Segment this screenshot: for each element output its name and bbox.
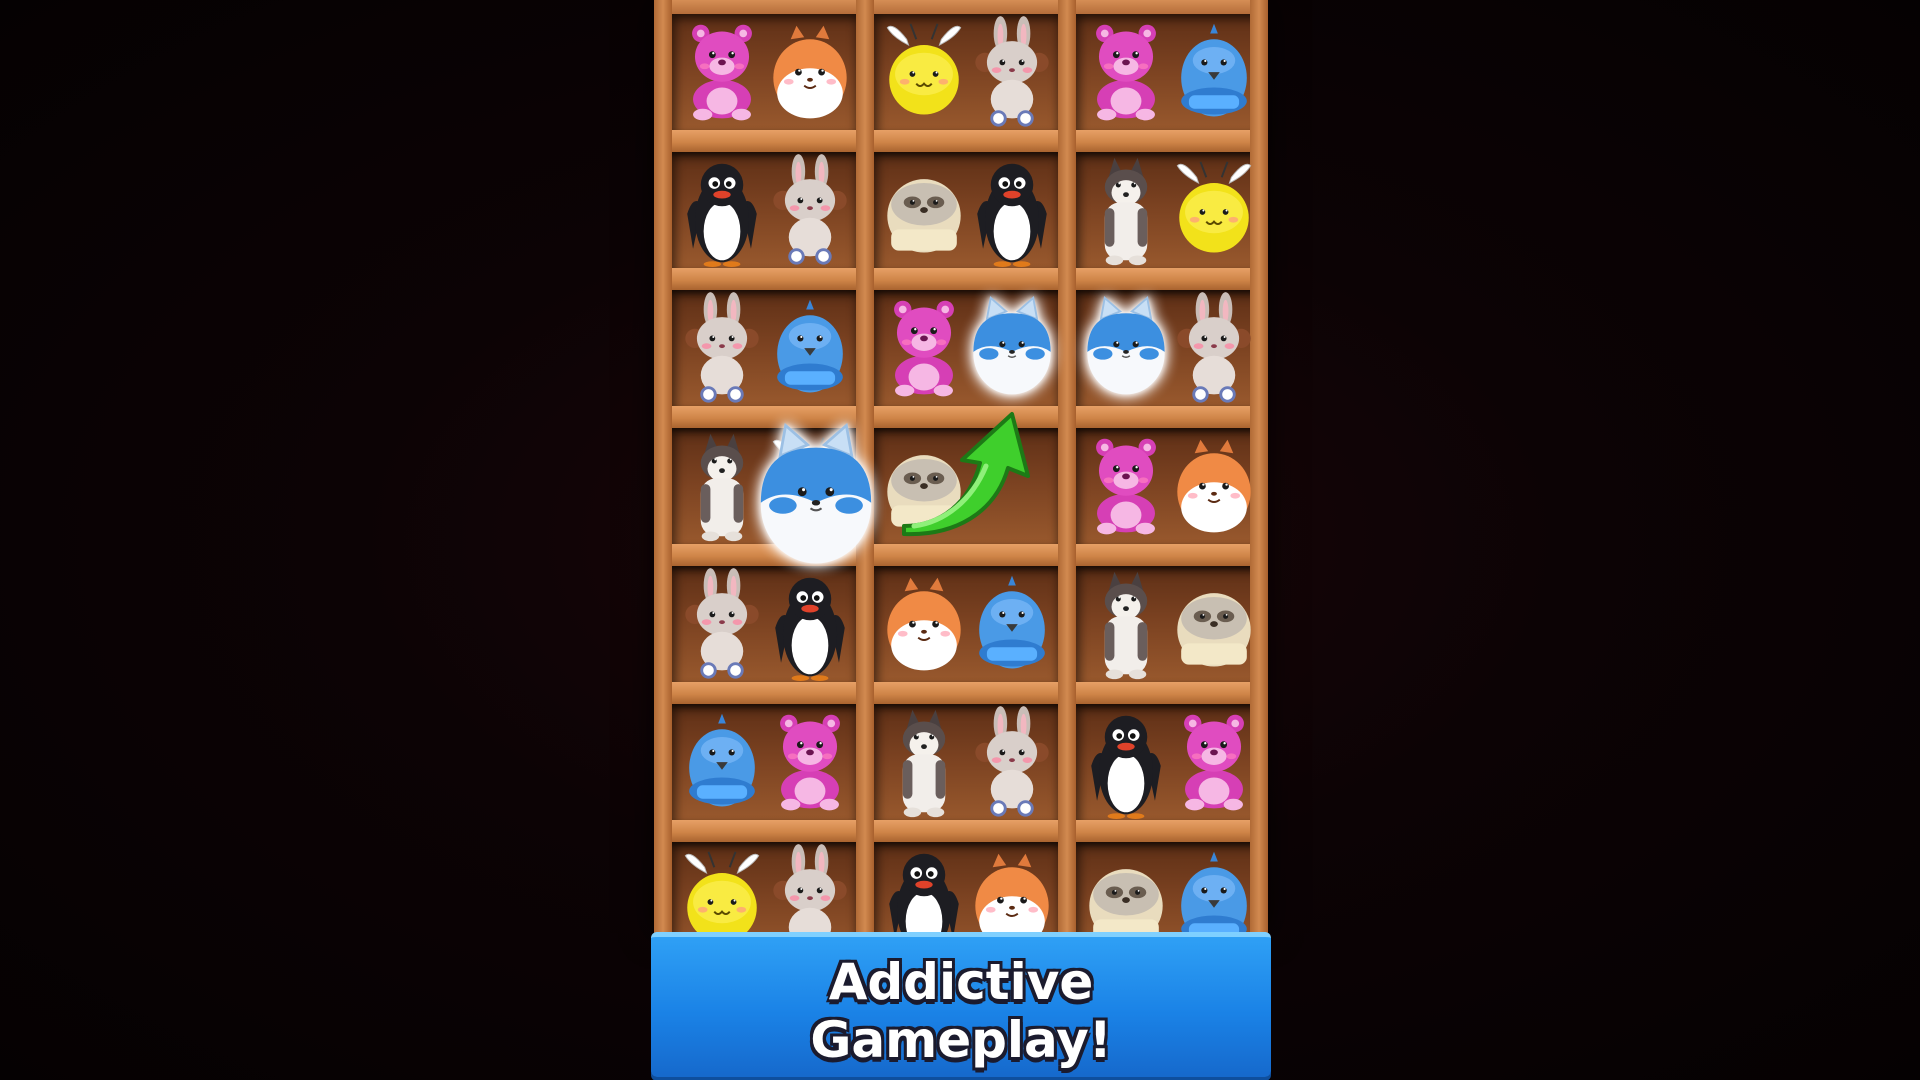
toy-sloth[interactable] — [884, 156, 964, 268]
toy-penguin[interactable] — [884, 846, 964, 933]
toy-pink-bear[interactable] — [1174, 708, 1254, 820]
toy-hamster[interactable] — [884, 570, 964, 682]
toy-bunny[interactable] — [770, 844, 850, 933]
toy-hamster[interactable] — [972, 846, 1052, 933]
toy-pink-bear[interactable] — [770, 708, 850, 820]
toy-blue-bird[interactable] — [770, 294, 850, 406]
toy-blue-hamster[interactable] — [972, 294, 1052, 406]
toy-bunny[interactable] — [682, 292, 762, 406]
toy-penguin[interactable] — [1086, 708, 1166, 820]
promo-banner: Addictive Gameplay! — [651, 932, 1271, 1077]
toy-blue-bird[interactable] — [972, 570, 1052, 682]
toy-bee[interactable] — [1174, 156, 1254, 268]
toy-bunny[interactable] — [1174, 292, 1254, 406]
toy-husky[interactable] — [884, 708, 964, 820]
toy-bunny[interactable] — [682, 568, 762, 682]
shelf-plank — [654, 682, 1268, 704]
toy-penguin[interactable] — [972, 156, 1052, 268]
toy-husky[interactable] — [1086, 570, 1166, 682]
shelf-post — [1058, 0, 1076, 933]
toy-blue-hamster[interactable] — [1086, 294, 1166, 406]
toy-hamster[interactable] — [1174, 432, 1254, 544]
toy-blue-bird[interactable] — [1174, 846, 1254, 933]
shelf-top — [654, 0, 1268, 14]
toy-penguin[interactable] — [770, 570, 850, 682]
shelf-plank — [654, 268, 1268, 290]
toy-blue-bird[interactable] — [682, 708, 762, 820]
toy-husky[interactable] — [1086, 156, 1166, 268]
toy-blue-bird[interactable] — [1174, 18, 1254, 130]
toy-bee[interactable] — [682, 846, 762, 933]
toy-pink-bear[interactable] — [1086, 18, 1166, 130]
selected-toy-blue-hamster[interactable] — [742, 420, 890, 580]
toy-bunny[interactable] — [972, 706, 1052, 820]
toy-penguin[interactable] — [682, 156, 762, 268]
toy-sloth[interactable] — [1174, 570, 1254, 682]
toy-pink-bear[interactable] — [682, 18, 762, 130]
toy-sloth[interactable] — [1086, 846, 1166, 933]
shelf-plank — [654, 820, 1268, 842]
shelf-plank — [654, 130, 1268, 152]
toy-bunny[interactable] — [770, 154, 850, 268]
toy-pink-bear[interactable] — [884, 294, 964, 406]
toy-pink-bear[interactable] — [1086, 432, 1166, 544]
shelf-post — [654, 0, 672, 933]
toy-bee[interactable] — [884, 18, 964, 130]
banner-title: Addictive Gameplay! — [810, 953, 1112, 1069]
toy-bunny[interactable] — [972, 16, 1052, 130]
arrow-icon — [902, 412, 1030, 537]
toy-hamster[interactable] — [770, 18, 850, 130]
